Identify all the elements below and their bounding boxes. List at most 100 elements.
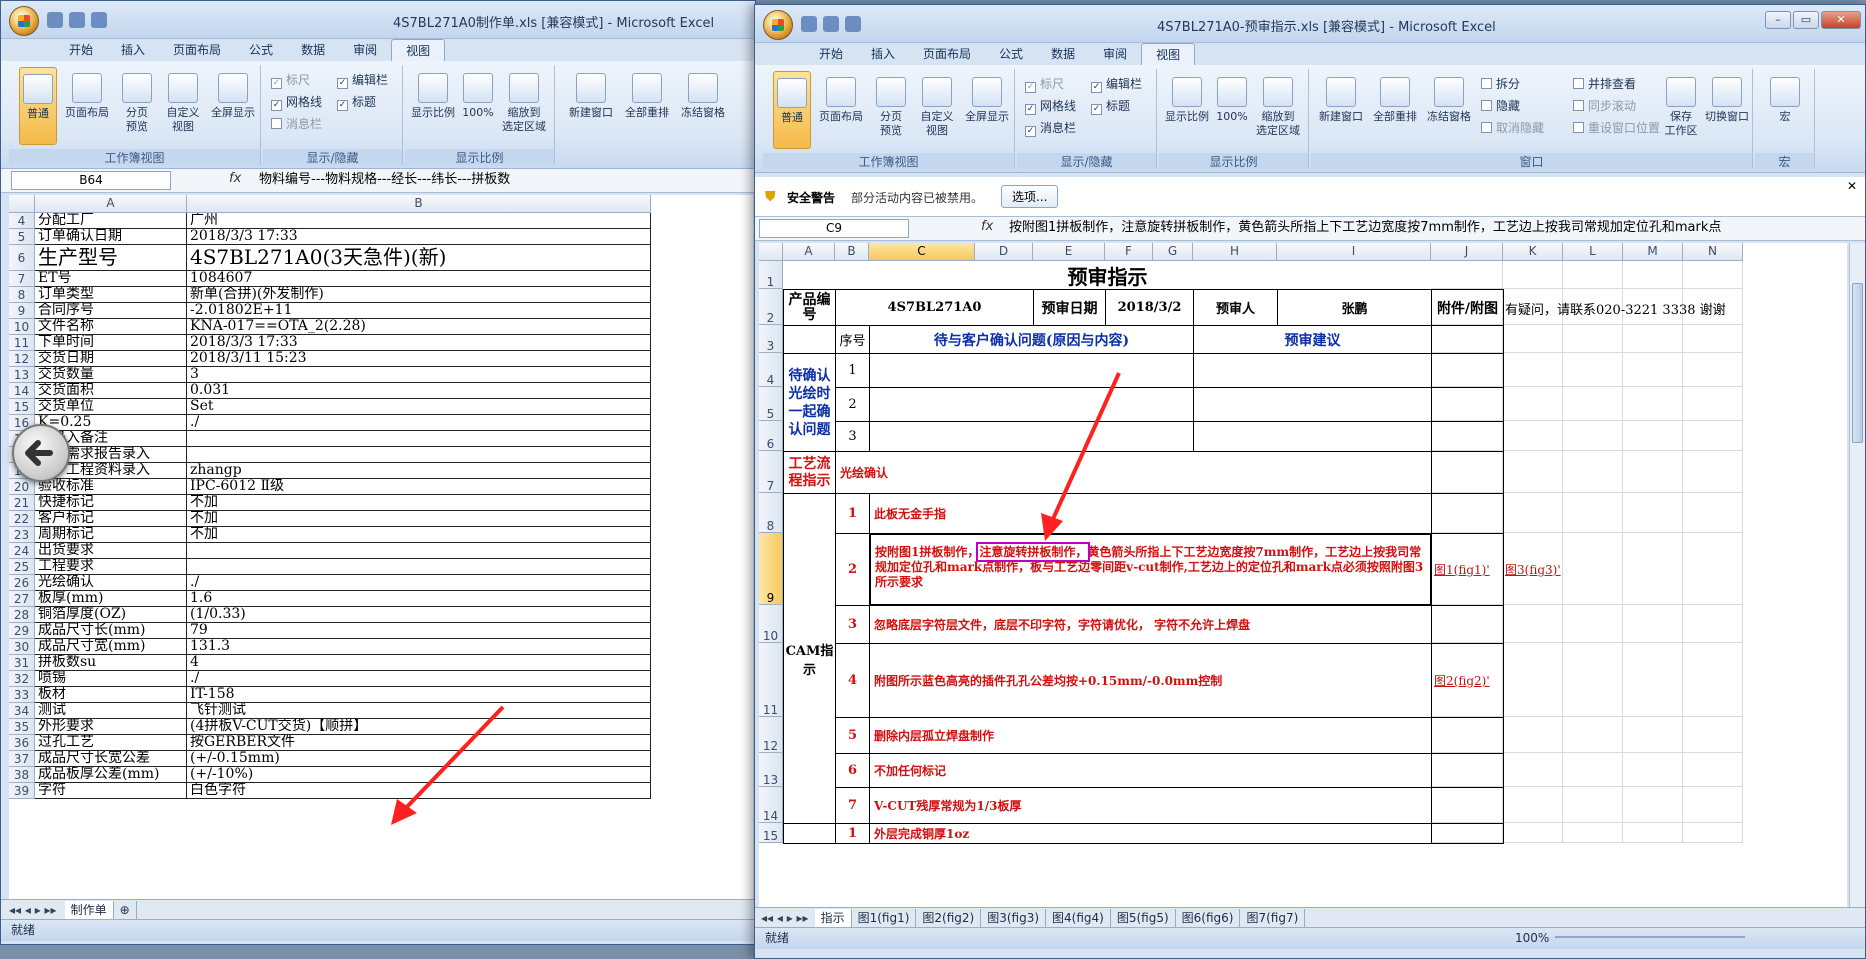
row-header[interactable]: 32 — [9, 671, 35, 687]
row-header[interactable]: 29 — [9, 623, 35, 639]
gridlines-checkbox[interactable]: ✓ 网格线 — [271, 93, 322, 111]
pending-label[interactable]: 待确认光绘时一起确认问题 — [783, 353, 836, 452]
column-header[interactable]: E — [1033, 243, 1105, 261]
grid-cell[interactable] — [1623, 421, 1683, 451]
grid-cell[interactable] — [1623, 261, 1683, 289]
attachment-link[interactable]: 图3(fig3)' — [1505, 561, 1561, 578]
row-header[interactable]: 39 — [9, 783, 35, 799]
ribbon-tab[interactable]: 数据 — [1037, 43, 1089, 65]
cam-item-num[interactable]: 4 — [835, 643, 870, 718]
pending-attach-cell[interactable] — [1431, 421, 1504, 452]
ribbon-tab[interactable]: 审阅 — [1089, 43, 1141, 65]
advice-label[interactable]: 预审建议 — [1193, 325, 1432, 354]
cell-b[interactable]: 2018/3/3 17:33 — [187, 335, 651, 351]
side-by-side-button[interactable]: 并排查看 — [1573, 75, 1636, 92]
cell-b[interactable]: -2.01802E+11 — [187, 303, 651, 319]
issue-label[interactable]: 待与客户确认问题(原因与内容) — [869, 325, 1194, 354]
grid-cell[interactable] — [1683, 387, 1743, 421]
cell-a[interactable]: 生产型号 — [35, 245, 187, 271]
cam-item-text[interactable]: 附图所示蓝色高亮的插件孔孔公差均按+0.15mm/-0.0mm控制 — [869, 643, 1432, 718]
grid-cell[interactable] — [1563, 605, 1623, 643]
row-header[interactable]: 26 — [9, 575, 35, 591]
row-header[interactable]: 6 — [9, 245, 35, 271]
column-header[interactable]: B — [835, 243, 869, 261]
grid-cell[interactable] — [1683, 493, 1743, 533]
arrange-all-button[interactable]: 全部重排 — [1369, 77, 1421, 124]
sheet-tab[interactable]: 指示 — [814, 908, 852, 927]
cell-b[interactable]: ./ — [187, 415, 651, 431]
cell-a[interactable]: 喷锡 — [35, 671, 187, 687]
ribbon-tab[interactable]: 审阅 — [339, 39, 391, 61]
freeze-panes-button[interactable]: 冻结窗格 — [677, 73, 729, 120]
grid-cell[interactable] — [1683, 605, 1743, 643]
date-value[interactable]: 2018/3/2 — [1105, 289, 1194, 326]
headings-checkbox[interactable]: ✓ 标题 — [337, 93, 376, 111]
row-header[interactable]: 14 — [759, 787, 783, 823]
grid-cell[interactable] — [1503, 753, 1563, 787]
column-header[interactable]: H — [1193, 243, 1277, 261]
corner-cell[interactable] — [759, 243, 783, 261]
scroll-thumb[interactable] — [1852, 283, 1863, 443]
sheet-tab[interactable]: 图4(fig4) — [1046, 908, 1111, 927]
formula-bar-checkbox[interactable]: ✓ 编辑栏 — [1091, 75, 1142, 93]
arrange-all-button[interactable]: 全部重排 — [621, 73, 673, 120]
new-window-button[interactable]: 新建窗口 — [565, 73, 617, 120]
grid-cell[interactable] — [1623, 643, 1683, 717]
grid-cell[interactable] — [1563, 717, 1623, 753]
gridlines-checkbox[interactable]: ✓ 网格线 — [1025, 97, 1076, 115]
cell-b[interactable]: 131.3 — [187, 639, 651, 655]
grid-cell[interactable] — [1683, 533, 1743, 605]
sheet-tab[interactable]: 图6(fig6) — [1176, 908, 1241, 927]
row-header[interactable]: 11 — [9, 335, 35, 351]
ribbon-tab[interactable]: 插入 — [107, 39, 159, 61]
pending-advice-cell[interactable] — [1193, 387, 1432, 422]
grid-cell[interactable] — [1563, 261, 1623, 289]
row-header[interactable]: 23 — [9, 527, 35, 543]
cell-b[interactable]: (1/0.33) — [187, 607, 651, 623]
grid-cell[interactable] — [1503, 717, 1563, 753]
grid-cell[interactable] — [1563, 753, 1623, 787]
zoom-100-button[interactable]: 100% — [461, 73, 495, 120]
cell-a[interactable]: 成品尺寸长(mm) — [35, 623, 187, 639]
cell-a[interactable]: 验收标准 — [35, 479, 187, 495]
save-icon[interactable] — [47, 12, 63, 28]
unhide-button[interactable]: 取消隐藏 — [1481, 119, 1544, 136]
grid-cell[interactable] — [1623, 533, 1683, 605]
row-header[interactable]: 34 — [9, 703, 35, 719]
pending-num[interactable]: 3 — [835, 421, 870, 452]
ribbon-tab[interactable]: 插入 — [857, 43, 909, 65]
cam-item-num[interactable]: 2 — [835, 533, 870, 606]
zoom-selection-button[interactable]: 缩放到 选定区域 — [497, 73, 551, 134]
cell-b[interactable]: ./ — [187, 671, 651, 687]
column-header[interactable]: I — [1277, 243, 1431, 261]
cam-item-num[interactable]: 6 — [835, 753, 870, 788]
cam-item-attach[interactable]: 图1(fig1)' — [1431, 533, 1504, 606]
cell-a[interactable]: 光绘确认 — [35, 575, 187, 591]
zoom-level[interactable]: 100% — [1515, 928, 1549, 949]
zoom-slider[interactable] — [1555, 936, 1745, 948]
seq-label[interactable]: 序号 — [835, 325, 870, 354]
cell-a[interactable]: 文件名称 — [35, 319, 187, 335]
row-header[interactable]: 15 — [759, 823, 783, 843]
cell-a[interactable]: 订单确认日期 — [35, 229, 187, 245]
grid-cell[interactable] — [1683, 421, 1743, 451]
save-icon[interactable] — [801, 16, 817, 32]
date-label[interactable]: 预审日期 — [1033, 289, 1106, 326]
grid-cell[interactable] — [1683, 787, 1743, 823]
grid-cell[interactable] — [1683, 353, 1743, 387]
sheet-tab[interactable]: 图7(fig7) — [1240, 908, 1306, 927]
cell-b[interactable]: 2018/3/3 17:33 — [187, 229, 651, 245]
row-header[interactable]: 33 — [9, 687, 35, 703]
zoom-100-button[interactable]: 100% — [1215, 77, 1249, 124]
cell-b[interactable]: IPC-6012 Ⅱ级 — [187, 479, 651, 495]
options-button[interactable]: 选项... — [1001, 185, 1059, 208]
message-bar-checkbox[interactable]: ✓ 消息栏 — [1025, 119, 1076, 137]
attachment-link[interactable]: 图2(fig2)' — [1434, 672, 1490, 689]
grid-cell[interactable] — [1503, 823, 1563, 843]
row-header[interactable]: 5 — [759, 387, 783, 421]
cell-b[interactable] — [187, 447, 651, 463]
grid-cell[interactable] — [1683, 717, 1743, 753]
cam-item-text[interactable]: 按附图1拼板制作，注意旋转拼板制作，黄色箭头所指上下工艺边宽度按7mm制作，工艺… — [869, 533, 1432, 606]
custom-views-button[interactable]: 自定义 视图 — [163, 73, 203, 134]
macro-button[interactable]: 宏 — [1763, 77, 1807, 124]
